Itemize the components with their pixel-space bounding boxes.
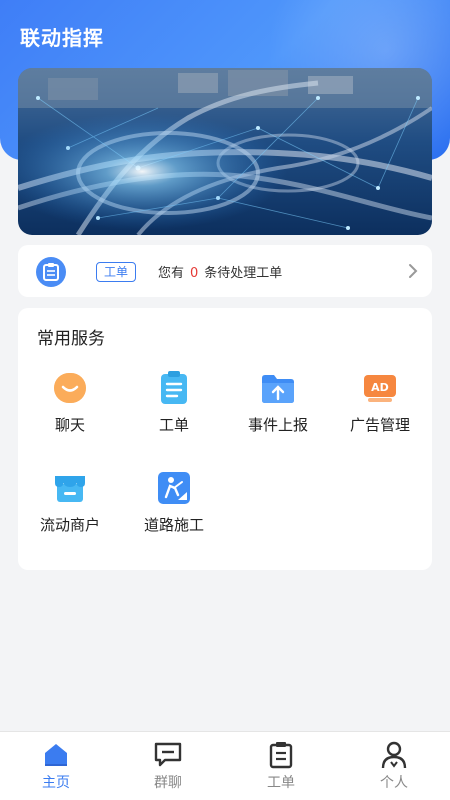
person-icon <box>381 741 407 769</box>
service-ad-management[interactable]: AD 广告管理 <box>328 370 432 435</box>
svg-text:AD: AD <box>371 381 389 394</box>
notice-suffix: 条待处理工单 <box>204 266 283 281</box>
tab-label: 群聊 <box>154 775 182 791</box>
tab-home[interactable]: 主页 <box>16 740 96 792</box>
chevron-right-icon <box>409 264 418 278</box>
group-chat-icon <box>154 742 182 767</box>
clipboard-icon <box>161 371 187 404</box>
common-services-panel: 常用服务 聊天 工单 事件上报 AD 广告管理 流动商户 道路施工 <box>18 308 432 570</box>
folder-upload-icon <box>262 375 294 403</box>
tab-workorder[interactable]: 工单 <box>241 740 321 792</box>
service-chat[interactable]: 聊天 <box>18 370 122 435</box>
service-label: 流动商户 <box>39 516 100 534</box>
page-title: 联动指挥 <box>20 26 104 50</box>
notice-prefix: 您有 <box>158 266 185 281</box>
road-work-icon <box>158 472 190 504</box>
chat-smile-icon <box>54 373 86 403</box>
tab-label: 主页 <box>42 775 70 791</box>
bottom-tab-bar: 主页 群聊 工单 个人 <box>0 731 450 800</box>
service-mobile-vendor[interactable]: 流动商户 <box>18 470 122 535</box>
service-label: 广告管理 <box>349 416 410 434</box>
service-road-construction[interactable]: 道路施工 <box>122 470 226 535</box>
pending-count-text: 您有 0 条待处理工单 <box>158 262 282 281</box>
tab-profile[interactable]: 个人 <box>354 740 434 792</box>
clipboard-icon <box>36 257 66 287</box>
tab-label: 工单 <box>267 775 295 791</box>
services-title: 常用服务 <box>37 329 105 349</box>
service-label: 聊天 <box>54 416 85 434</box>
service-event-report[interactable]: 事件上报 <box>226 370 330 435</box>
workorder-tag: 工单 <box>96 262 137 282</box>
service-workorder[interactable]: 工单 <box>122 370 226 435</box>
service-label: 工单 <box>158 416 189 434</box>
service-label: 道路施工 <box>143 516 204 534</box>
ad-icon: AD <box>364 375 396 402</box>
store-icon <box>55 476 85 502</box>
clipboard-icon <box>269 742 293 769</box>
tab-label: 个人 <box>380 775 408 791</box>
tab-group-chat[interactable]: 群聊 <box>128 740 208 792</box>
city-overpass-image <box>18 68 432 235</box>
home-icon <box>45 744 67 766</box>
service-label: 事件上报 <box>247 416 308 434</box>
pending-workorder-notice[interactable]: 工单 您有 0 条待处理工单 <box>18 245 432 297</box>
pending-count: 0 <box>190 266 199 281</box>
banner-image[interactable] <box>18 68 432 235</box>
